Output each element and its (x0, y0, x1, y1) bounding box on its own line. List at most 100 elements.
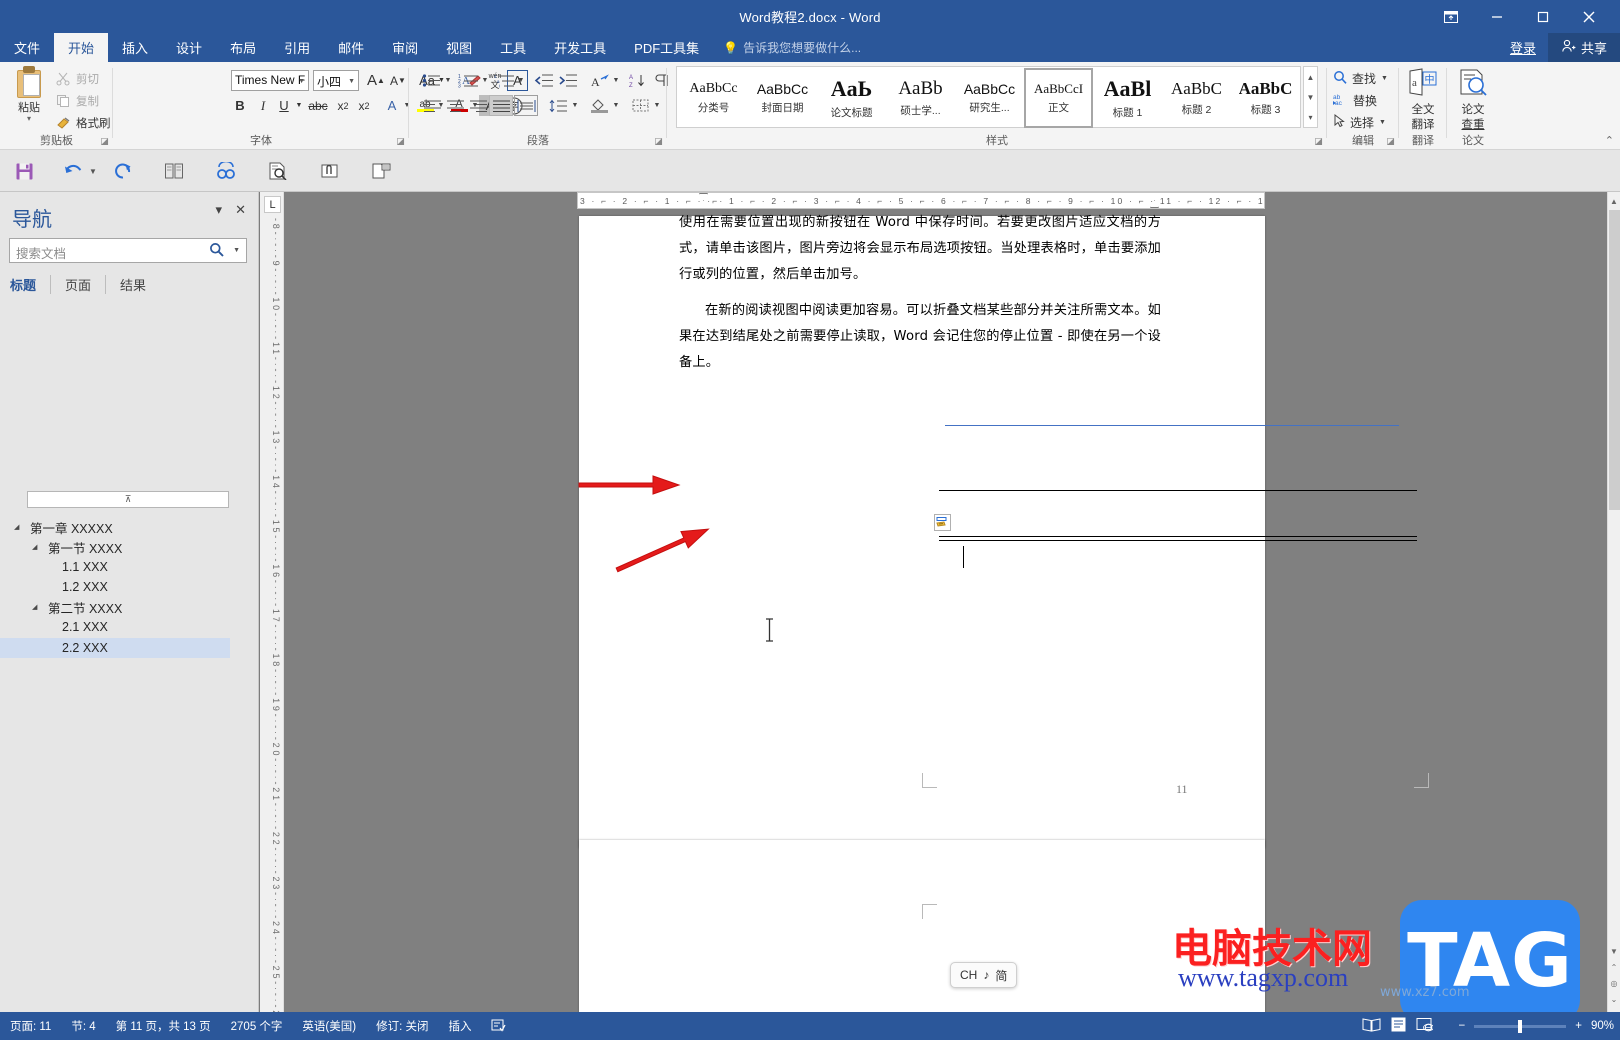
align-right-button[interactable] (466, 95, 490, 116)
redo-icon[interactable] (108, 157, 138, 185)
proofing-icon[interactable] (481, 1018, 516, 1035)
chevron-down-icon[interactable]: ▾ (27, 114, 31, 123)
expander-triangle-icon[interactable]: ◢ (14, 523, 23, 532)
numbering-button[interactable]: 123 (455, 70, 481, 91)
strikethrough-button[interactable]: abc (305, 95, 331, 116)
find-button[interactable]: 查找 ▼ (1333, 68, 1388, 88)
bold-button[interactable]: B (230, 95, 250, 116)
share-button[interactable]: 共享 (1547, 33, 1620, 62)
styles-dialog-launcher[interactable]: ◪ (1313, 136, 1324, 147)
tab-insert[interactable]: 插入 (108, 33, 162, 62)
tab-file[interactable]: 文件 (0, 33, 54, 62)
asian-layout-dropdown[interactable]: ▼ (610, 70, 622, 91)
link-icon[interactable] (211, 157, 241, 185)
nav-heading-1[interactable]: ◢ 第一节 XXXX (0, 537, 259, 557)
shading-button[interactable] (587, 95, 611, 116)
maximize-button[interactable] (1520, 0, 1566, 33)
paragraph-2[interactable]: 在新的阅读视图中阅读更加容易。可以折叠文档某些部分并关注所需文本。如果在达到结尾… (679, 298, 1161, 376)
paragraph-1[interactable]: 使用在需要位置出现的新按钮在 Word 中保存时间。若要更改图片适应文档的方式，… (679, 210, 1161, 288)
collapse-all-bar[interactable]: ⊼ (27, 491, 229, 508)
status-page-label[interactable]: 页面: 11 (0, 1018, 61, 1034)
scroll-up-icon[interactable]: ▲ (1608, 194, 1620, 208)
nav-tab-headings[interactable]: 标题 (10, 275, 50, 294)
zoom-out-button[interactable]: − (1459, 1020, 1466, 1032)
web-layout-icon[interactable] (1416, 1017, 1434, 1035)
read-mode-icon[interactable] (1362, 1017, 1381, 1035)
copy-button[interactable]: 复制 (56, 93, 99, 109)
distribute-button[interactable] (514, 95, 538, 116)
status-track-changes[interactable]: 修订: 关闭 (366, 1018, 438, 1034)
font-name-combobox[interactable]: Times New F ▼ (231, 70, 309, 91)
status-word-count[interactable]: 2705 个字 (221, 1018, 293, 1034)
status-section-label[interactable]: 节: 4 (61, 1018, 105, 1034)
vertical-ruler[interactable]: L -8-·-·-9-·-·-10-·-·-11-·-·-12-·-·-13-·… (260, 192, 284, 1012)
decrease-indent-button[interactable] (532, 70, 556, 91)
tell-me-box[interactable]: 💡 告诉我您想要做什么... (713, 33, 871, 62)
zoom-level-label[interactable]: 90% (1591, 1020, 1614, 1032)
tab-tools[interactable]: 工具 (486, 33, 540, 62)
status-language[interactable]: 英语(美国) (292, 1018, 366, 1034)
ime-shape-mode[interactable]: 简 (995, 967, 1007, 984)
nav-tab-pages[interactable]: 页面 (50, 275, 105, 294)
editing-dialog-launcher[interactable]: ◪ (1385, 136, 1396, 147)
bullets-button[interactable] (419, 70, 443, 91)
line-spacing-button[interactable] (546, 95, 570, 116)
paragraph-dialog-launcher[interactable]: ◪ (653, 136, 664, 147)
text-effects-button[interactable]: A (381, 95, 403, 116)
insert-note-icon[interactable] (366, 157, 396, 185)
search-options-icon[interactable]: ▼ (233, 247, 240, 254)
attach-icon[interactable] (314, 157, 344, 185)
ime-mode[interactable]: CH (960, 968, 977, 982)
borders-dropdown[interactable]: ▼ (651, 95, 663, 116)
multilevel-list-button[interactable]: 1ai (491, 70, 517, 91)
document-page-2[interactable] (579, 840, 1265, 1012)
nav-heading-6[interactable]: 2.2 XXX (0, 638, 230, 658)
nav-heading-5[interactable]: 2.1 XXX (0, 617, 259, 637)
cut-button[interactable]: 剪切 (56, 71, 99, 87)
status-insert-mode[interactable]: 插入 (438, 1018, 481, 1034)
zoom-slider-knob[interactable] (1518, 1019, 1523, 1033)
status-page-of[interactable]: 第 11 页，共 13 页 (106, 1018, 221, 1034)
tab-stop-selector[interactable]: L (264, 196, 281, 213)
expander-triangle-icon[interactable]: ◢ (32, 543, 41, 552)
close-button[interactable] (1566, 0, 1612, 33)
tab-layout[interactable]: 布局 (216, 33, 270, 62)
tab-view[interactable]: 视图 (432, 33, 486, 62)
underline-button[interactable]: U (274, 95, 294, 116)
nav-tab-results[interactable]: 结果 (105, 275, 160, 294)
bullets-dropdown[interactable]: ▼ (442, 70, 454, 91)
sign-in-link[interactable]: 登录 (1498, 38, 1548, 57)
autoformat-options-button[interactable] (934, 514, 951, 531)
navigation-dropdown-icon[interactable]: ▾ (215, 202, 222, 218)
tab-developer[interactable]: 开发工具 (540, 33, 620, 62)
print-preview-icon[interactable] (263, 157, 293, 185)
save-icon[interactable] (9, 157, 39, 185)
font-size-combobox[interactable]: 小四 ▼ (313, 70, 359, 91)
undo-dropdown-icon[interactable]: ▼ (78, 157, 108, 185)
browse-object-icon[interactable]: ◎ (1608, 976, 1620, 990)
shrink-font-button[interactable]: A ▼ (387, 70, 409, 91)
clipboard-dialog-launcher[interactable]: ◪ (99, 136, 110, 147)
ribbon-display-options-icon[interactable] (1428, 0, 1474, 33)
chevron-down-icon[interactable]: ▼ (1379, 119, 1386, 126)
justify-button[interactable] (489, 95, 513, 116)
minimize-button[interactable] (1474, 0, 1520, 33)
subscript-button[interactable]: x2 (332, 95, 354, 116)
previous-page-icon[interactable]: ⌃ (1608, 960, 1620, 974)
horizontal-ruler[interactable]: 3 · ⌐ · 2 · ⌐ · 1 · ⌐ · ·⌐· 1 · ⌐ · 2 · … (577, 192, 1265, 209)
font-dialog-launcher[interactable]: ◪ (395, 136, 406, 147)
format-painter-button[interactable]: 格式刷 (56, 115, 111, 131)
ime-sound-icon[interactable]: ♪ (983, 968, 989, 982)
navigation-close-icon[interactable]: ✕ (235, 202, 246, 218)
increase-indent-button[interactable] (556, 70, 580, 91)
tab-pdf-tools[interactable]: PDF工具集 (620, 33, 713, 62)
search-input[interactable]: 搜索文档 ▼ (9, 238, 247, 263)
nav-heading-4[interactable]: ◢ 第二节 XXXX (0, 597, 259, 617)
zoom-in-button[interactable]: + (1575, 1020, 1582, 1032)
paste-button[interactable]: 粘贴 ▾ (6, 66, 52, 132)
grow-font-button[interactable]: A ▲ (365, 70, 387, 91)
shading-dropdown[interactable]: ▼ (610, 95, 622, 116)
replace-button[interactable]: ab ac 替换 (1333, 90, 1377, 110)
search-icon[interactable] (209, 242, 224, 260)
tab-review[interactable]: 审阅 (378, 33, 432, 62)
